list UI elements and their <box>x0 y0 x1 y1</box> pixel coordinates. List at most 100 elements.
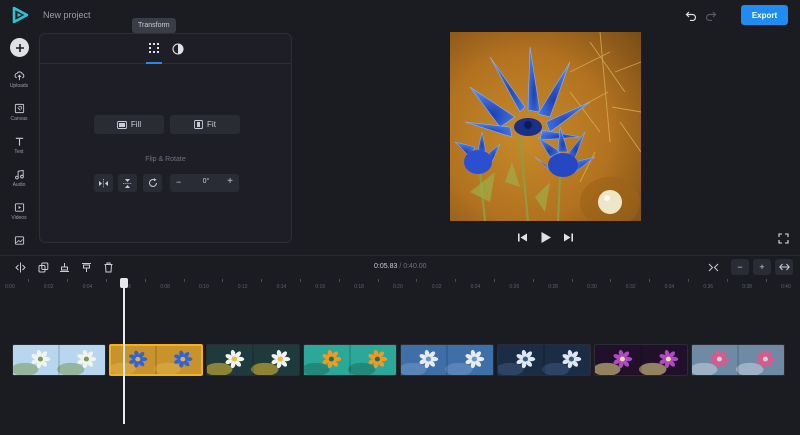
fill-icon <box>116 120 127 129</box>
flip-rotate-label: Flip & Rotate <box>145 156 186 163</box>
project-title[interactable]: New project <box>43 10 91 20</box>
add-media-button[interactable] <box>10 38 29 57</box>
sidebar-item-label: Audio <box>12 182 26 188</box>
split-icon[interactable] <box>15 262 26 273</box>
align-bottom-icon[interactable] <box>59 262 70 273</box>
undo-icon[interactable] <box>685 9 697 21</box>
ruler-tick <box>377 279 379 282</box>
clip-thumbnail <box>13 345 105 375</box>
ruler-tick-label: 0:16 <box>315 284 326 290</box>
expand-timeline-button[interactable] <box>775 259 793 275</box>
ruler-tick-label: 0:12 <box>237 284 248 290</box>
clip-daisy[interactable] <box>206 344 300 376</box>
ruler-tick <box>571 279 573 282</box>
transform-tooltip: Transform <box>132 18 176 33</box>
flip-horizontal-button[interactable] <box>94 174 113 192</box>
ruler-tick <box>106 279 107 282</box>
preview-frame-image <box>450 32 641 221</box>
skip-forward-icon[interactable] <box>562 231 575 244</box>
sidebar-item-canvas[interactable]: Canvas <box>0 103 38 133</box>
ruler-tick <box>726 279 728 282</box>
ruler-tick <box>610 279 612 282</box>
rotation-stepper[interactable]: − 0° + <box>170 174 239 192</box>
fill-label: Fill <box>130 120 142 129</box>
ruler-tick-label: 0:40 <box>781 284 791 290</box>
timeline-toolbar: 0:05.83 / 0:40.00 − + <box>0 255 800 277</box>
clip-thumbnail <box>595 345 687 375</box>
upload-icon <box>14 71 24 81</box>
tab-transform[interactable] <box>146 42 162 64</box>
video-preview[interactable] <box>450 32 641 221</box>
ruler-tick <box>532 279 534 282</box>
total-time: 0:40.00 <box>403 263 427 270</box>
duplicate-icon[interactable] <box>38 262 49 273</box>
trash-icon[interactable] <box>103 262 114 273</box>
ruler-tick <box>183 279 185 282</box>
ruler-tick <box>765 279 767 282</box>
ruler-tick-label: 0:20 <box>393 284 403 290</box>
ruler-tick-label: 0:08 <box>160 284 170 290</box>
ruler-tick <box>222 279 224 282</box>
clip-orange-flower[interactable] <box>303 344 397 376</box>
redo-icon[interactable] <box>705 9 717 21</box>
skip-back-icon[interactable] <box>516 231 529 244</box>
clip-dandelion[interactable] <box>400 344 494 376</box>
clip-thumbnail <box>401 345 493 375</box>
sidebar-item-text[interactable]: Text <box>0 136 38 166</box>
clip-white-blossoms[interactable] <box>12 344 106 376</box>
ruler-tick-label: 0:02 <box>43 284 54 290</box>
sidebar-item-audio[interactable]: Audio <box>0 169 38 199</box>
sidebar-item-uploads[interactable]: Uploads <box>0 70 38 100</box>
playhead-handle[interactable] <box>120 278 128 288</box>
video-editor: New project Export Uploads Canvas Text A… <box>0 0 800 435</box>
ruler-tick <box>688 279 689 282</box>
clip-thumbnail <box>498 345 590 375</box>
rotation-value[interactable]: 0° <box>196 178 216 185</box>
left-sidebar: Uploads Canvas Text Audio Videos <box>0 30 38 255</box>
ruler-tick-label: 0:04 <box>82 284 93 290</box>
ruler-tick-label: 0:24 <box>470 284 481 290</box>
play-icon[interactable] <box>539 231 552 244</box>
ruler-tick-label: 0:22 <box>431 284 442 290</box>
rotate-button[interactable] <box>143 174 162 192</box>
video-track <box>0 344 800 378</box>
flip-vertical-button[interactable] <box>118 174 137 192</box>
sidebar-item-label: Text <box>14 149 24 155</box>
sidebar-item-label: Videos <box>11 215 27 221</box>
ruler-tick-label: 0:10 <box>199 284 209 290</box>
ruler-tick <box>300 279 301 282</box>
sidebar-item-label: Uploads <box>9 83 29 89</box>
filter-icon[interactable] <box>171 42 185 56</box>
clip-white-lily[interactable] <box>497 344 591 376</box>
fit-button[interactable]: Fit <box>170 115 240 134</box>
fullscreen-icon[interactable] <box>778 233 789 244</box>
ruler-tick-label: 0:38 <box>742 284 752 290</box>
fit-timeline-icon[interactable] <box>708 262 719 273</box>
top-bar: New project Export <box>0 0 800 30</box>
export-button[interactable]: Export <box>741 5 788 25</box>
clip-thumbnail <box>304 345 396 375</box>
zoom-in-button[interactable]: + <box>753 259 771 275</box>
fit-label: Fit <box>207 120 216 129</box>
clip-purple-flower[interactable] <box>594 344 688 376</box>
zoom-out-button[interactable]: − <box>731 259 749 275</box>
ruler-tick <box>261 279 263 282</box>
rotate-icon <box>148 178 157 187</box>
clip-pink-rose[interactable] <box>691 344 785 376</box>
ruler-tick-label: 0:30 <box>587 284 597 290</box>
playhead-line[interactable] <box>123 278 125 424</box>
app-logo-icon[interactable] <box>11 6 29 24</box>
expand-icon <box>778 263 790 271</box>
ruler-tick-label: 0:18 <box>354 284 364 290</box>
transform-icon <box>149 43 159 53</box>
fit-icon <box>194 120 203 129</box>
clip-thumbnail <box>207 345 299 375</box>
rotation-increase-button[interactable]: + <box>227 176 233 187</box>
music-icon <box>14 169 24 180</box>
rotation-decrease-button[interactable]: − <box>176 177 181 187</box>
ruler-tick <box>455 279 457 282</box>
time-readout: 0:05.83 / 0:40.00 <box>374 263 427 270</box>
align-top-icon[interactable] <box>81 262 92 273</box>
fill-button[interactable]: Fill <box>94 115 164 134</box>
sidebar-item-videos[interactable]: Videos <box>0 202 38 232</box>
